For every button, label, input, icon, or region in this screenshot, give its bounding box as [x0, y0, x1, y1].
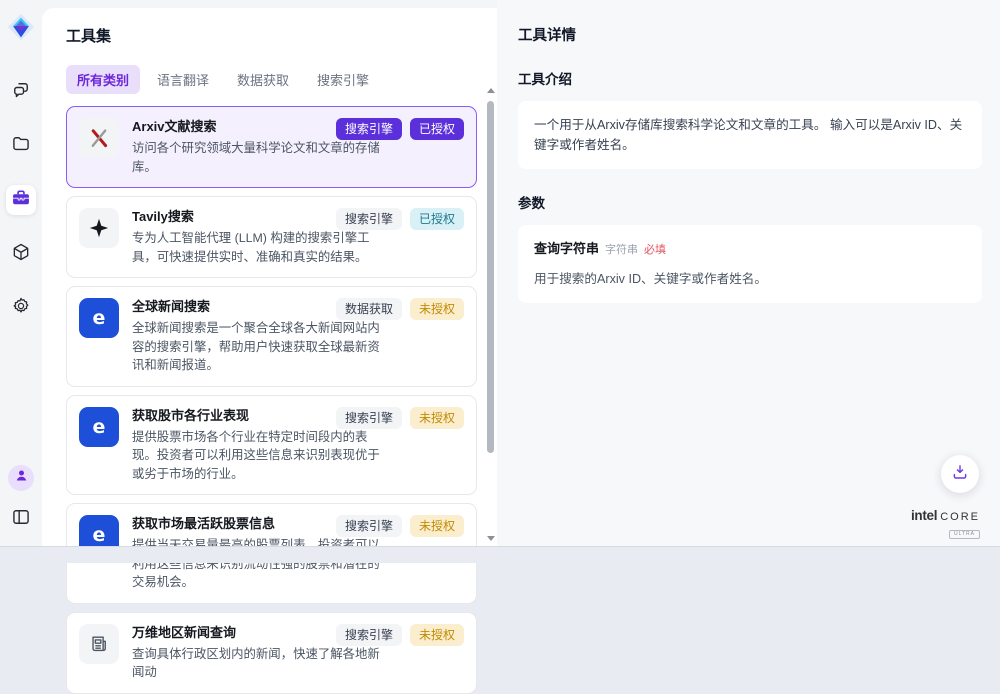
category-badge: 搜索引擎 — [336, 624, 402, 646]
tool-card[interactable]: Tavily搜索 专为人工智能代理 (LLM) 构建的搜索引擎工具，可快速提供实… — [66, 196, 477, 278]
sidebar-item-package[interactable] — [6, 239, 36, 269]
package-icon — [11, 242, 31, 267]
tool-description: 专为人工智能代理 (LLM) 构建的搜索引擎工具，可快速提供实时、准确和真实的结… — [132, 229, 388, 266]
tab-1[interactable]: 语言翻译 — [146, 65, 220, 94]
category-badge: 搜索引擎 — [336, 407, 402, 429]
sidebar-item-chat[interactable] — [6, 77, 36, 107]
category-badge: 搜索引擎 — [336, 208, 402, 230]
intel-core-logo: intel core ultra — [911, 509, 980, 539]
status-badge: 未授权 — [410, 624, 464, 646]
newspaper-icon — [79, 624, 119, 664]
intro-heading: 工具介绍 — [518, 68, 982, 88]
app-gem-logo — [6, 12, 36, 47]
arxiv-logo — [79, 118, 119, 158]
tavily-star-icon — [79, 208, 119, 248]
tool-card[interactable]: 万维地区新闻查询 查询具体行政区划内的新闻，快速了解各地新闻动 搜索引擎 未授权 — [66, 612, 477, 694]
tool-card-list: Arxiv文献搜索 访问各个研究领域大量科学论文和文章的存储库。 搜索引擎 已授… — [66, 106, 477, 694]
app-window: 工具集 所有类别语言翻译数据获取搜索引擎 Arxiv文献搜索 访问各个研究领域大… — [0, 0, 1000, 546]
category-badge: 数据获取 — [336, 298, 402, 320]
tool-badges: 数据获取 未授权 — [336, 298, 464, 320]
param-description: 用于搜索的Arxiv ID、关键字或作者姓名。 — [534, 269, 966, 289]
scroll-down-arrow[interactable] — [487, 536, 495, 541]
sidebar-item-folder[interactable] — [6, 131, 36, 161]
status-badge: 未授权 — [410, 515, 464, 537]
tool-description: 访问各个研究领域大量科学论文和文章的存储库。 — [132, 139, 388, 176]
layout-panel-icon — [11, 507, 31, 532]
tool-details-panel: 工具详情 工具介绍 一个用于从Arxiv存储库搜索科学论文和文章的工具。 输入可… — [497, 0, 1000, 546]
intro-text: 一个用于从Arxiv存储库搜索科学论文和文章的工具。 输入可以是Arxiv ID… — [534, 118, 962, 152]
news-e-logo: e — [79, 407, 119, 447]
param-required-label: 必填 — [644, 244, 666, 256]
tool-description: 提供当天交易量最高的股票列表，投资者可以利用这些信息来识别流动性强的股票和潜在的… — [132, 536, 388, 592]
param-name: 查询字符串 — [534, 241, 599, 256]
intro-box: 一个用于从Arxiv存储库搜索科学论文和文章的工具。 输入可以是Arxiv ID… — [518, 101, 982, 169]
download-button[interactable] — [941, 455, 979, 493]
download-icon — [951, 463, 969, 486]
brand-badge-ultra: ultra — [949, 530, 980, 539]
scroll-up-arrow[interactable] — [487, 88, 495, 93]
bottom-strip — [0, 546, 1000, 563]
screen: 工具集 所有类别语言翻译数据获取搜索引擎 Arxiv文献搜索 访问各个研究领域大… — [0, 0, 1000, 563]
tool-card[interactable]: Arxiv文献搜索 访问各个研究领域大量科学论文和文章的存储库。 搜索引擎 已授… — [66, 106, 477, 188]
tool-badges: 搜索引擎 已授权 — [336, 208, 464, 230]
user-avatar-icon — [14, 468, 29, 488]
status-badge: 未授权 — [410, 407, 464, 429]
folder-icon — [11, 134, 31, 159]
sidebar-item-settings[interactable] — [6, 293, 36, 323]
category-tabs: 所有类别语言翻译数据获取搜索引擎 — [66, 65, 473, 94]
chat-icon — [11, 80, 31, 105]
tool-badges: 搜索引擎 已授权 — [336, 118, 464, 140]
sidebar-nav — [6, 77, 36, 323]
sidebar-bottom — [6, 465, 36, 534]
tool-badges: 搜索引擎 未授权 — [336, 515, 464, 537]
status-badge: 已授权 — [410, 208, 464, 230]
tab-2[interactable]: 数据获取 — [226, 65, 300, 94]
list-scrollbar[interactable] — [486, 88, 495, 541]
status-badge: 已授权 — [410, 118, 464, 140]
param-box: 查询字符串字符串必填 用于搜索的Arxiv ID、关键字或作者姓名。 — [518, 225, 982, 303]
toolset-panel: 工具集 所有类别语言翻译数据获取搜索引擎 Arxiv文献搜索 访问各个研究领域大… — [42, 8, 497, 546]
tool-badges: 搜索引擎 未授权 — [336, 624, 464, 646]
status-badge: 未授权 — [410, 298, 464, 320]
params-heading: 参数 — [518, 192, 982, 212]
tab-0[interactable]: 所有类别 — [66, 65, 140, 94]
brand-word-core: core — [940, 512, 980, 523]
param-header: 查询字符串字符串必填 — [534, 239, 966, 260]
page-title: 工具集 — [66, 25, 473, 46]
toolbox-icon — [11, 188, 31, 213]
tool-description: 全球新闻搜索是一个聚合全球各大新闻网站内容的搜索引擎，帮助用户快速获取全球最新资… — [132, 319, 388, 375]
sidebar-item-layout-panel[interactable] — [6, 504, 36, 534]
category-badge: 搜索引擎 — [336, 515, 402, 537]
sidebar-item-user-avatar[interactable] — [8, 465, 34, 491]
settings-icon — [11, 296, 31, 321]
sidebar-item-toolbox[interactable] — [6, 185, 36, 215]
tool-card[interactable]: e 全球新闻搜索 全球新闻搜索是一个聚合全球各大新闻网站内容的搜索引擎，帮助用户… — [66, 286, 477, 387]
tool-badges: 搜索引擎 未授权 — [336, 407, 464, 429]
tab-3[interactable]: 搜索引擎 — [306, 65, 380, 94]
details-title: 工具详情 — [518, 24, 982, 45]
sidebar — [0, 0, 42, 546]
tool-description: 提供股票市场各个行业在特定时间段内的表现。投资者可以利用这些信息来识别表现优于或… — [132, 428, 388, 484]
scrollbar-thumb[interactable] — [487, 101, 494, 453]
param-type: 字符串 — [605, 244, 638, 256]
news-e-logo: e — [79, 298, 119, 338]
tool-description: 查询具体行政区划内的新闻，快速了解各地新闻动 — [132, 645, 388, 682]
tool-card[interactable]: e 获取股市各行业表现 提供股票市场各个行业在特定时间段内的表现。投资者可以利用… — [66, 395, 477, 496]
category-badge: 搜索引擎 — [336, 118, 402, 140]
brand-word-intel: intel — [911, 509, 937, 523]
